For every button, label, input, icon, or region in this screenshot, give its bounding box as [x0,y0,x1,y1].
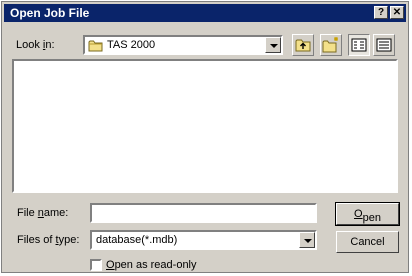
details-view-icon [376,38,392,52]
file-list[interactable] [12,59,398,193]
cancel-button[interactable]: Cancel [336,231,399,253]
files-of-type-label: Files of type: [17,234,80,246]
file-name-input[interactable] [90,203,317,223]
list-view-icon [351,38,367,52]
create-new-folder-button[interactable] [320,34,342,56]
up-one-level-button[interactable] [292,34,314,56]
title-bar[interactable]: Open Job File ? ✕ [4,4,406,22]
files-of-type-dropdown[interactable]: database(*.mdb) [90,230,317,250]
details-view-button[interactable] [373,34,395,56]
up-one-level-icon [295,39,311,52]
read-only-label[interactable]: Open as read-only [106,259,197,271]
close-button[interactable]: ✕ [390,6,404,19]
look-in-dropdown[interactable]: TAS 2000 [83,35,283,55]
open-button[interactable]: Open [335,202,400,226]
read-only-checkbox[interactable] [90,259,102,271]
help-button[interactable]: ? [374,6,388,19]
look-in-dropdown-arrow[interactable] [265,37,281,53]
create-new-folder-icon [322,37,338,53]
look-in-label: Look in: [16,39,55,51]
files-of-type-value: database(*.mdb) [96,234,178,246]
folder-icon [88,40,103,52]
file-name-label: File name: [17,207,69,219]
list-view-button[interactable] [348,34,370,56]
open-job-file-dialog: Open Job File ? ✕ Look in: TAS 2000 File… [1,1,409,273]
files-of-type-dropdown-arrow[interactable] [299,232,315,248]
dialog-title: Open Job File [10,6,90,20]
look-in-value: TAS 2000 [107,39,156,51]
